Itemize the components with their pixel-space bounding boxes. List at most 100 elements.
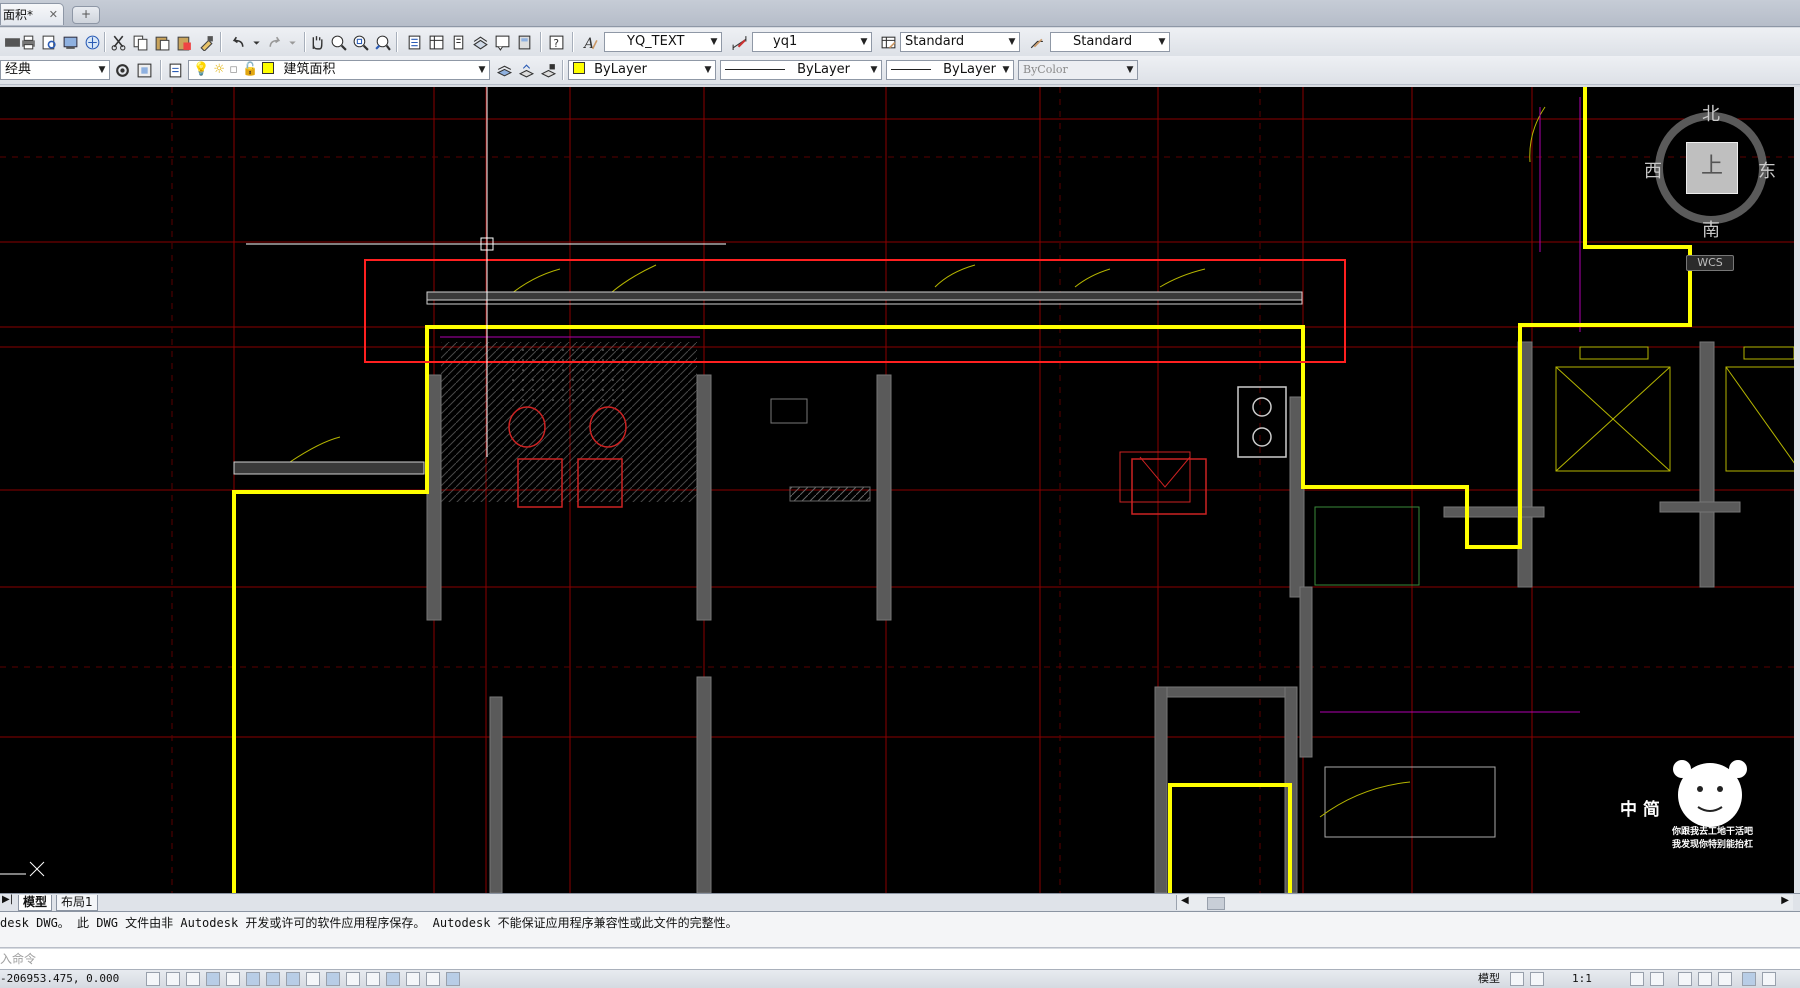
selection-cycling-icon[interactable] — [406, 972, 420, 986]
paste-block-icon[interactable] — [174, 32, 194, 52]
lineweight-toggle-icon[interactable] — [346, 972, 360, 986]
infer-constraints-icon[interactable] — [146, 972, 160, 986]
dimension-style-select[interactable]: yq1 ▼ — [752, 32, 872, 52]
hardware-acceleration-icon[interactable] — [446, 972, 460, 986]
linetype-select[interactable]: ByLayer ▼ — [720, 60, 882, 80]
text-style-select[interactable]: YQ_TEXT ▼ — [604, 32, 722, 52]
lineweight-select[interactable]: ByLayer ▼ — [886, 60, 1014, 80]
scroll-left-icon[interactable]: ◀ — [1181, 895, 1189, 906]
lineweight-sample — [891, 69, 931, 70]
auto-scale-icon[interactable] — [1650, 972, 1664, 986]
multileader-style-value: Standard — [1073, 34, 1133, 49]
multileader-style-icon[interactable] — [1026, 32, 1046, 52]
redo-icon[interactable] — [264, 32, 284, 52]
isolate-objects-icon[interactable] — [1718, 972, 1732, 986]
dynamic-ucs-icon[interactable] — [306, 972, 320, 986]
linetype-sample — [725, 69, 785, 70]
ortho-mode-icon[interactable] — [206, 972, 220, 986]
annotation-visibility-icon[interactable] — [1630, 972, 1644, 986]
object-snap-icon[interactable] — [246, 972, 260, 986]
viewcube-south[interactable]: 南 — [1702, 216, 1720, 242]
markup-icon[interactable] — [492, 32, 512, 52]
viewcube-west[interactable]: 西 — [1644, 157, 1662, 183]
transparency-icon[interactable] — [366, 972, 380, 986]
snap-mode-icon[interactable] — [166, 972, 180, 986]
match-properties-icon[interactable] — [196, 32, 216, 52]
drawing-canvas[interactable]: 北 南 东 西 上 WCS 中 简 你跟我去工地干活吧 我发现你特别能抬杠 — [0, 87, 1800, 893]
design-center-icon[interactable] — [426, 32, 446, 52]
viewcube[interactable]: 北 南 东 西 上 — [1640, 100, 1788, 260]
help-icon[interactable]: ? — [546, 32, 566, 52]
dimension-style-icon[interactable] — [729, 32, 749, 52]
quick-view-layouts-icon[interactable] — [1510, 972, 1524, 986]
quickcalc-icon[interactable] — [514, 32, 534, 52]
text-style-icon[interactable]: A — [580, 32, 600, 52]
annotation-monitor-icon[interactable] — [426, 972, 440, 986]
wcs-menu[interactable]: WCS — [1686, 255, 1734, 271]
zoom-realtime-icon[interactable] — [328, 32, 348, 52]
color-swatch — [573, 62, 585, 74]
layer-state-icon[interactable] — [538, 60, 558, 80]
multileader-style-select[interactable]: Standard ▼ — [1050, 32, 1170, 52]
chevron-down-icon: ▼ — [1158, 37, 1166, 47]
annotation-scale[interactable]: 1:1 — [1572, 970, 1592, 988]
status-bar: -206953.475, 0.000 模型 1:1 — [0, 970, 1800, 988]
status-menu-icon[interactable] — [1762, 972, 1776, 986]
pan-icon[interactable] — [306, 32, 326, 52]
clean-screen-icon[interactable] — [1742, 972, 1756, 986]
close-tab-icon[interactable]: ✕ — [49, 4, 58, 26]
scroll-right-icon[interactable]: ▶ — [1781, 895, 1789, 906]
grid-display-icon[interactable] — [186, 972, 200, 986]
quick-properties-icon[interactable] — [386, 972, 400, 986]
model-space-label[interactable]: 模型 — [1478, 970, 1500, 988]
sheet-set-icon[interactable] — [470, 32, 490, 52]
text-style-value: YQ_TEXT — [627, 34, 685, 49]
workspace-settings-icon[interactable] — [112, 60, 132, 80]
cut-icon[interactable] — [108, 32, 128, 52]
layer-select[interactable]: 💡 ☼ ▫ 🔓 建筑面积 ▼ — [188, 60, 490, 80]
layer-previous-icon[interactable] — [516, 60, 536, 80]
undo-icon[interactable] — [228, 32, 248, 52]
properties-icon[interactable] — [404, 32, 424, 52]
horizontal-scrollbar[interactable]: ◀ ▶ — [1176, 895, 1793, 910]
dynamic-input-icon[interactable] — [326, 972, 340, 986]
ucs-icon — [0, 861, 45, 877]
tab-layout1[interactable]: 布局1 — [56, 895, 98, 911]
vertical-scrollbar[interactable] — [1794, 87, 1800, 893]
viewcube-north[interactable]: 北 — [1702, 100, 1720, 126]
new-tab-button[interactable]: + — [72, 6, 100, 24]
workspace-select[interactable]: 经典 ▼ — [0, 60, 110, 80]
tab-nav-icon[interactable]: ▶| — [2, 894, 13, 905]
color-select[interactable]: ByLayer ▼ — [568, 60, 716, 80]
quick-view-drawings-icon[interactable] — [1530, 972, 1544, 986]
redo-dropdown-icon[interactable] — [282, 32, 302, 52]
viewcube-east[interactable]: 东 — [1758, 157, 1776, 183]
workspace-switching-icon[interactable] — [1678, 972, 1692, 986]
toolbar-lock-status-icon[interactable] — [1698, 972, 1712, 986]
copy-icon[interactable] — [130, 32, 150, 52]
3d-dwf-icon[interactable] — [82, 32, 102, 52]
viewcube-top-face[interactable]: 上 — [1686, 142, 1738, 194]
zoom-previous-icon[interactable] — [372, 32, 392, 52]
plotstyle-select[interactable]: ByColor ▼ — [1018, 60, 1138, 80]
tool-palettes-icon[interactable] — [448, 32, 468, 52]
scroll-thumb[interactable] — [1207, 897, 1225, 910]
toolbar-lock-icon[interactable] — [134, 60, 154, 80]
print-icon[interactable] — [18, 32, 38, 52]
undo-dropdown-icon[interactable] — [246, 32, 266, 52]
publish-icon[interactable] — [60, 32, 80, 52]
table-style-icon[interactable] — [878, 32, 898, 52]
tab-model[interactable]: 模型 — [18, 895, 53, 911]
chevron-down-icon: ▼ — [1008, 37, 1016, 47]
polar-tracking-icon[interactable] — [226, 972, 240, 986]
print-preview-icon[interactable] — [39, 32, 59, 52]
3d-osnap-icon[interactable] — [266, 972, 280, 986]
paste-icon[interactable] — [152, 32, 172, 52]
command-input[interactable]: 入命令 — [0, 949, 1800, 970]
zoom-window-icon[interactable] — [350, 32, 370, 52]
object-snap-tracking-icon[interactable] — [286, 972, 300, 986]
table-style-select[interactable]: Standard ▼ — [900, 32, 1020, 52]
make-current-layer-icon[interactable] — [494, 60, 514, 80]
document-tab[interactable]: 面积* ✕ — [0, 3, 64, 25]
layer-properties-icon[interactable] — [166, 60, 186, 80]
